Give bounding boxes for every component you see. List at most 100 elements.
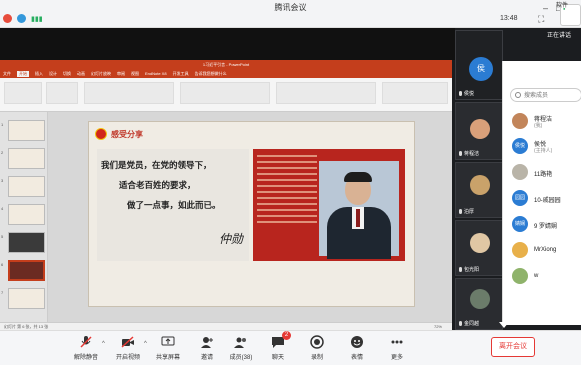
- ppt-tab[interactable]: EndNote X8: [145, 71, 167, 76]
- leave-meeting-button[interactable]: 离开会议: [491, 337, 535, 357]
- member-item[interactable]: MrXiong: [512, 242, 581, 258]
- audio-options-icon[interactable]: ^: [102, 341, 105, 347]
- current-slide: 感受分享 我们是党员，在党的领导下， 适合老百姓的要求， 做了一点事，如此而已。…: [88, 121, 415, 307]
- status-icons: ▮▮▮: [3, 14, 43, 23]
- members-icon: [234, 335, 248, 349]
- ppt-tab[interactable]: 文件: [3, 71, 11, 77]
- drawing-group[interactable]: [276, 82, 376, 104]
- quote-line: 做了一点事，如此而已。: [127, 201, 221, 211]
- signal-icon: ▮▮▮: [31, 15, 43, 23]
- info-icon[interactable]: [17, 14, 26, 23]
- share-screen-button[interactable]: 共享屏幕: [148, 335, 188, 363]
- ppt-tab[interactable]: 幻灯片放映: [91, 71, 111, 77]
- ppt-body: 1 2 3 4 5 6 7 感受分享 我们是党员，在党的领导下， 适合老百姓的要…: [0, 112, 452, 322]
- share-screen-icon: [161, 335, 175, 349]
- slide-number: 2: [1, 150, 4, 155]
- ppt-tab[interactable]: 审阅: [117, 71, 125, 77]
- member-avatar: [512, 242, 528, 258]
- member-item[interactable]: 侯悦 侯悦 (主持人): [512, 138, 581, 154]
- ppt-tab[interactable]: 开发工具: [173, 71, 189, 77]
- record-status-icon: [3, 14, 12, 23]
- ppt-status-bar: 幻灯片 第 6 张，共 13 张 72%: [0, 322, 452, 330]
- smile-icon: [350, 335, 364, 349]
- meeting-time: 13:48: [500, 15, 518, 22]
- reaction-button[interactable]: 表情: [337, 335, 377, 363]
- more-button[interactable]: 更多: [377, 335, 417, 363]
- mic-icon: [459, 209, 462, 214]
- portrait-panel: [253, 149, 405, 261]
- member-item[interactable]: 蒋程洁 (我): [512, 113, 581, 129]
- record-button[interactable]: 录制: [297, 335, 337, 363]
- clipboard-group[interactable]: [4, 82, 42, 104]
- video-tile[interactable]: 包光阳: [455, 220, 503, 276]
- video-button[interactable]: 开启视频: [108, 335, 148, 363]
- member-avatar: 侯悦: [512, 138, 528, 154]
- chat-badge: 2: [282, 331, 291, 340]
- mute-button[interactable]: 解除静音: [66, 335, 106, 363]
- member-search-input[interactable]: [524, 91, 580, 100]
- slide-number: 4: [1, 206, 4, 211]
- slide-number: 3: [1, 178, 4, 183]
- member-role: (我): [534, 123, 543, 129]
- slide-number: 6: [1, 262, 4, 267]
- invite-icon: [200, 335, 214, 349]
- slide-thumbnail[interactable]: [8, 120, 45, 141]
- participant-photo: [470, 289, 490, 309]
- ppt-tab[interactable]: 告诉我您想做什么: [195, 71, 227, 77]
- member-name: MrXiong: [534, 247, 557, 253]
- member-item[interactable]: 11路艳: [512, 164, 581, 180]
- member-search[interactable]: [510, 88, 581, 102]
- speaking-label: 正在讲话: [547, 33, 572, 39]
- ppt-tab[interactable]: 切换: [63, 71, 71, 77]
- video-tiles: 侯 侯悦 蒋程洁 泊厚 包光阳 金同越: [455, 30, 503, 330]
- slide-thumbnails: 1 2 3 4 5 6 7: [0, 112, 48, 322]
- members-button[interactable]: 成员(38): [221, 335, 261, 363]
- member-avatar: [512, 268, 528, 284]
- chat-icon: 2: [271, 331, 291, 349]
- video-tile[interactable]: 金同越: [455, 278, 503, 330]
- mic-icon: [459, 91, 462, 96]
- ppt-ribbon-tabs: 文件 开始 插入 设计 切换 动画 幻灯片放映 审阅 视图 EndNote X8…: [0, 69, 452, 78]
- slide-editor[interactable]: 感受分享 我们是党员，在党的领导下， 适合老百姓的要求， 做了一点事，如此而已。…: [48, 112, 452, 322]
- video-tile[interactable]: 泊厚: [455, 162, 503, 218]
- shared-screen[interactable]: 1习近平引言 - PowerPoint 文件 开始 插入 设计 切换 动画 幻灯…: [0, 60, 452, 330]
- ppt-tab[interactable]: 设计: [49, 71, 57, 77]
- paragraph-group[interactable]: [180, 82, 270, 104]
- slide-thumbnail[interactable]: [8, 288, 45, 309]
- member-item[interactable]: w: [512, 268, 581, 284]
- tile-label: 金同越: [459, 320, 479, 327]
- slide-number: 1: [1, 122, 4, 127]
- member-avatar: [512, 113, 528, 129]
- minimize-icon[interactable]: –: [543, 3, 548, 14]
- ppt-tab[interactable]: 动画: [77, 71, 85, 77]
- zoom-level[interactable]: 72%: [434, 324, 442, 329]
- slide-thumbnail[interactable]: [8, 232, 45, 253]
- member-item[interactable]: 园园 10-戚园园: [512, 190, 581, 206]
- participant-photo: [470, 119, 490, 139]
- slide-thumbnail-selected[interactable]: [8, 260, 45, 281]
- title-bar: 腾讯会议 ▮▮▮ – □ ✕ 13:48 ⛶ ● 软件: [0, 0, 581, 28]
- slide-thumbnail[interactable]: [8, 148, 45, 169]
- video-options-icon[interactable]: ^: [144, 341, 147, 347]
- slides-group[interactable]: [46, 82, 78, 104]
- slide-number: 5: [1, 234, 4, 239]
- ppt-tab[interactable]: 视图: [131, 71, 139, 77]
- slide-thumbnail[interactable]: [8, 176, 45, 197]
- tile-label: 侯悦: [459, 90, 474, 97]
- member-name: 10-戚园园: [534, 198, 561, 204]
- signature: 仲勋: [218, 232, 243, 246]
- ppt-tab[interactable]: 插入: [35, 71, 43, 77]
- video-tile[interactable]: 蒋程洁: [455, 102, 503, 160]
- video-tile[interactable]: 侯 侯悦: [455, 30, 503, 100]
- fullscreen-icon[interactable]: ⛶: [538, 14, 544, 25]
- mic-icon: [459, 321, 462, 326]
- font-group[interactable]: [84, 82, 174, 104]
- chat-button[interactable]: 2 聊天: [258, 331, 298, 363]
- member-item[interactable]: 婧娴 9 罗婧娴: [512, 216, 581, 232]
- participant-photo: [470, 175, 490, 195]
- ppt-tab-active[interactable]: 开始: [17, 70, 29, 77]
- member-name: w: [534, 273, 539, 279]
- editing-group[interactable]: [382, 82, 448, 104]
- slide-thumbnail[interactable]: [8, 204, 45, 225]
- app-title: 腾讯会议: [274, 3, 307, 12]
